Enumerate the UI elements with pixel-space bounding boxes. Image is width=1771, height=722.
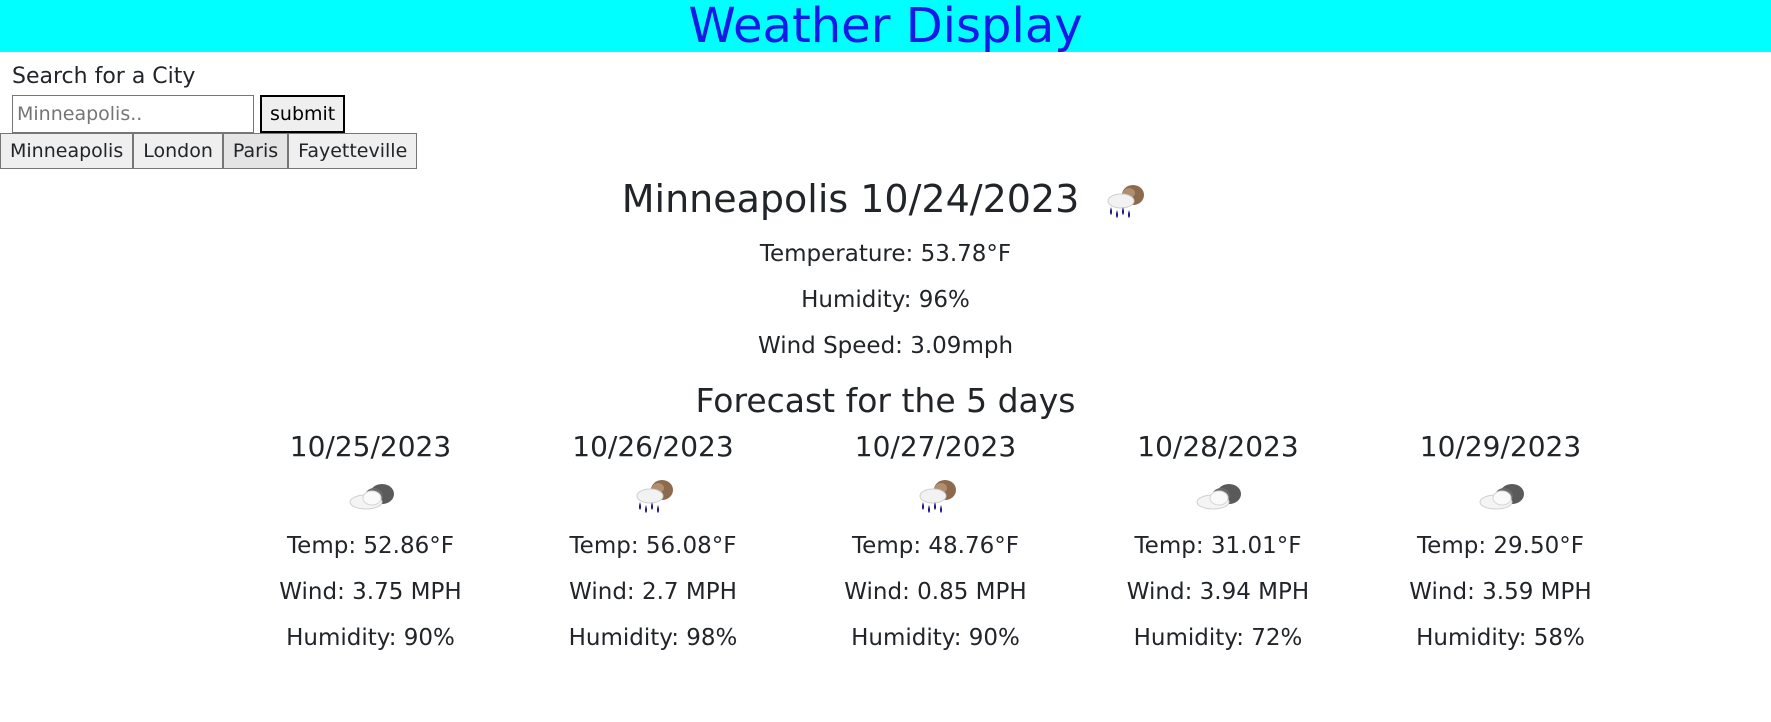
forecast-humidity: Humidity: 90% <box>286 625 455 651</box>
current-temperature: Temperature: 53.78°F <box>759 241 1012 267</box>
forecast-date: 10/26/2023 <box>572 430 734 463</box>
submit-button[interactable]: submit <box>260 95 346 133</box>
forecast-date: 10/27/2023 <box>854 430 1017 463</box>
current-city-date: Minneapolis 10/24/2023 <box>621 177 1080 221</box>
forecast-title: Forecast for the 5 days <box>695 381 1076 420</box>
history-button-minneapolis[interactable]: Minneapolis <box>0 133 134 169</box>
forecast-date: 10/29/2023 <box>1419 430 1582 463</box>
forecast-day: 10/29/2023 Temp: 29.50°F Wind: 3.59 MPH … <box>1406 430 1596 651</box>
cloud-icon <box>1196 483 1242 510</box>
history-button-fayetteville[interactable]: Fayetteville <box>288 133 418 169</box>
history-button-paris[interactable]: Paris <box>222 133 289 169</box>
history-button-london[interactable]: London <box>133 133 223 169</box>
forecast-wind: Wind: 0.85 MPH <box>844 579 1027 605</box>
forecast-humidity: Humidity: 98% <box>568 625 738 651</box>
rain-cloud-icon <box>636 479 674 514</box>
forecast-temp: Temp: 56.08°F <box>569 533 737 559</box>
forecast-humidity: Humidity: 58% <box>1416 625 1585 651</box>
forecast-date: 10/25/2023 <box>289 430 452 463</box>
forecast-wind: Wind: 3.75 MPH <box>279 579 462 605</box>
rain-cloud-icon <box>919 479 956 514</box>
forecast-temp: Temp: 48.76°F <box>852 533 1019 559</box>
current-weather-title: Minneapolis 10/24/2023 <box>622 177 1150 221</box>
search-label: Search for a City <box>12 64 196 89</box>
forecast-wind: Wind: 3.94 MPH <box>1126 579 1310 605</box>
current-wind-speed: Wind Speed: 3.09mph <box>757 333 1014 359</box>
search-row: submit <box>12 95 1771 133</box>
forecast-temp: Temp: 31.01°F <box>1134 533 1302 559</box>
forecast-day: 10/28/2023 Temp: 31.01°F Wind: 3.94 MPH … <box>1123 430 1313 651</box>
city-search-input[interactable] <box>12 95 254 133</box>
forecast-temp: Temp: 29.50°F <box>1417 533 1584 559</box>
current-humidity: Humidity: 96% <box>801 287 970 313</box>
forecast-humidity: Humidity: 90% <box>851 625 1020 651</box>
forecast-day: 10/25/2023 Temp: 52.86°F Wind: 3.75 MPH … <box>276 430 466 651</box>
forecast-date: 10/28/2023 <box>1137 430 1299 463</box>
forecast-day: 10/26/2023 Temp: 56.08°F Wind: 2.7 MPH H… <box>558 430 748 651</box>
cloud-icon <box>1479 483 1524 510</box>
forecast-day: 10/27/2023 Temp: 48.76°F Wind: 0.85 MPH … <box>841 430 1031 651</box>
app-header: Weather Display <box>0 0 1771 52</box>
cloud-icon <box>349 483 394 510</box>
forecast-wind: Wind: 2.7 MPH <box>569 579 737 605</box>
forecast-wind: Wind: 3.59 MPH <box>1409 579 1592 605</box>
app-title: Weather Display <box>688 0 1083 54</box>
search-panel: Search for a City submit Minneapolis Lon… <box>0 64 1771 169</box>
rain-cloud-icon <box>1107 184 1145 219</box>
forecast-list: 10/25/2023 Temp: 52.86°F Wind: 3.75 MPH … <box>136 430 1636 651</box>
current-weather: Minneapolis 10/24/2023 Temperature: 53.7… <box>0 177 1771 359</box>
search-history: Minneapolis London Paris Fayetteville <box>0 133 1759 169</box>
forecast-humidity: Humidity: 72% <box>1133 625 1303 651</box>
forecast-temp: Temp: 52.86°F <box>287 533 454 559</box>
